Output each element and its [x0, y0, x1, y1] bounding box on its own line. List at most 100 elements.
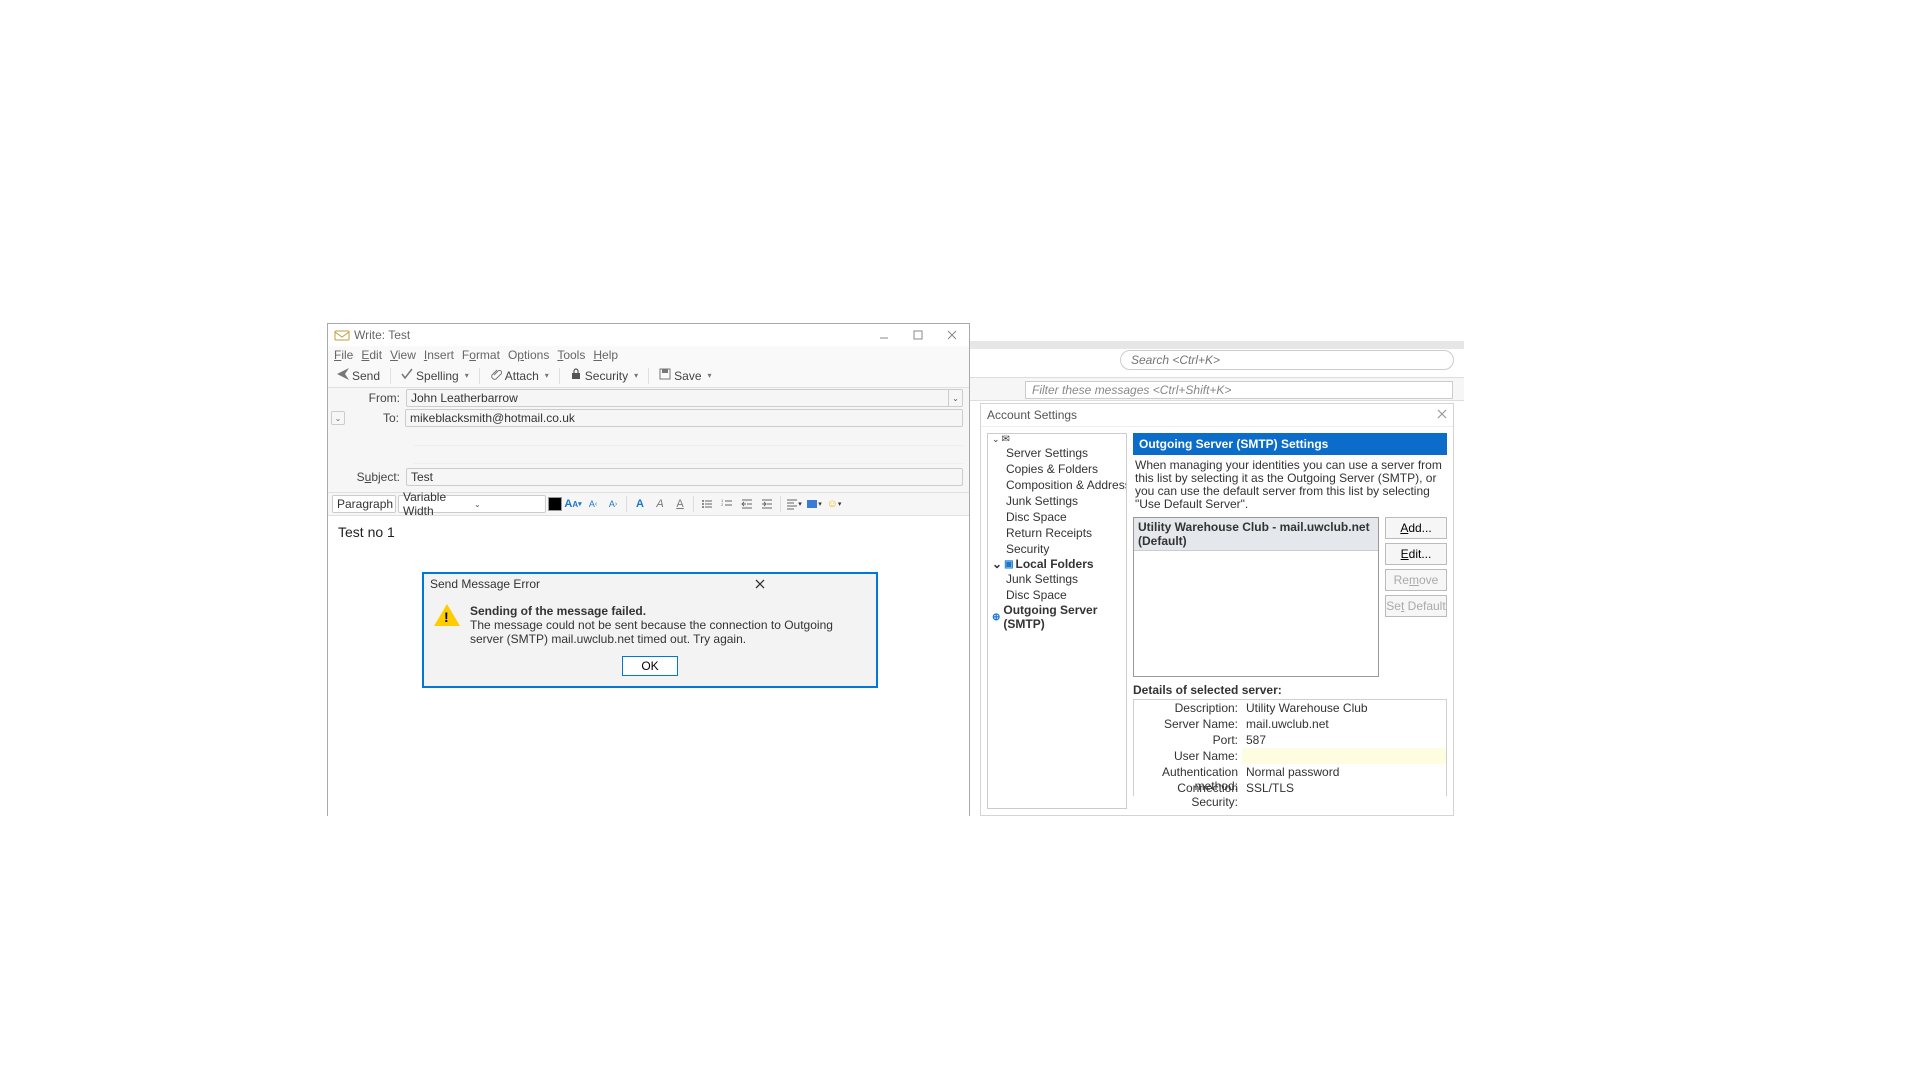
- menu-view[interactable]: View: [390, 348, 416, 362]
- warning-icon: [434, 604, 460, 630]
- detail-auth-value: Normal password: [1242, 764, 1446, 780]
- globe-icon: ⊕: [992, 612, 1000, 623]
- menu-tools[interactable]: Tools: [557, 348, 585, 362]
- recipient-type-toggle[interactable]: ⌄: [331, 411, 345, 425]
- from-field[interactable]: John Leatherbarrow ⌄: [406, 389, 963, 407]
- from-value: John Leatherbarrow: [407, 390, 779, 406]
- accounts-tree[interactable]: ⌄✉︎ Server Settings Copies & Folders Com…: [987, 433, 1127, 809]
- attach-button[interactable]: Attach ▾: [485, 366, 554, 385]
- save-button[interactable]: Save ▾: [654, 366, 716, 385]
- security-button[interactable]: Security ▾: [565, 366, 643, 385]
- detail-port-label: Port:: [1134, 732, 1242, 748]
- indent-icon[interactable]: [758, 495, 776, 513]
- lock-icon: [570, 368, 582, 383]
- bg-chrome-strip: [970, 341, 1464, 349]
- compose-titlebar: Write: Test: [328, 324, 969, 346]
- maximize-button[interactable]: [901, 324, 935, 346]
- tree-return-receipts[interactable]: Return Receipts: [988, 525, 1126, 541]
- chevron-down-icon[interactable]: ▾: [465, 371, 469, 380]
- increase-font-icon[interactable]: A›: [604, 495, 622, 513]
- close-icon[interactable]: [1437, 408, 1447, 422]
- detail-auth-label: Authentication method:: [1134, 764, 1242, 780]
- details-title: Details of selected server:: [1133, 677, 1447, 699]
- menu-file[interactable]: File: [334, 348, 353, 362]
- emoji-icon[interactable]: ☺▾: [825, 495, 843, 513]
- to-label: To:: [345, 411, 405, 425]
- tree-junk-settings[interactable]: Junk Settings: [988, 493, 1126, 509]
- detail-conn-value: SSL/TLS: [1242, 780, 1446, 796]
- tree-security[interactable]: Security: [988, 541, 1126, 557]
- bold-icon[interactable]: A: [631, 495, 649, 513]
- filter-box[interactable]: Filter these messages <Ctrl+Shift+K>: [1025, 381, 1453, 399]
- numbered-list-icon[interactable]: 12: [718, 495, 736, 513]
- filter-placeholder: Filter these messages <Ctrl+Shift+K>: [1032, 383, 1231, 397]
- dialog-title: Send Message Error: [430, 577, 650, 591]
- tree-outgoing-smtp[interactable]: ⊕Outgoing Server (SMTP): [988, 603, 1126, 631]
- tree-disc-space-2[interactable]: Disc Space: [988, 587, 1126, 603]
- search-box[interactable]: [1120, 350, 1454, 370]
- menu-options[interactable]: Options: [508, 348, 549, 362]
- tree-composition[interactable]: Composition & Addressing: [988, 477, 1126, 493]
- to-field[interactable]: mikeblacksmith@hotmail.co.uk: [405, 409, 963, 427]
- font-family-combo[interactable]: Variable Width⌄: [398, 495, 546, 513]
- smtp-server-list[interactable]: Utility Warehouse Club - mail.uwclub.net…: [1133, 517, 1379, 677]
- search-input[interactable]: [1129, 352, 1445, 368]
- chevron-down-icon[interactable]: ▾: [634, 371, 638, 380]
- ok-button[interactable]: OK: [622, 656, 678, 676]
- insert-image-icon[interactable]: ▾: [805, 495, 823, 513]
- align-icon[interactable]: ▾: [785, 495, 803, 513]
- close-button[interactable]: [935, 324, 969, 346]
- account-settings-titlebar: Account Settings: [981, 404, 1453, 426]
- tree-disc-space[interactable]: Disc Space: [988, 509, 1126, 525]
- smtp-list-item[interactable]: Utility Warehouse Club - mail.uwclub.net…: [1134, 518, 1378, 551]
- dialog-close-icon[interactable]: [650, 576, 870, 592]
- smtp-settings-header: Outgoing Server (SMTP) Settings: [1133, 433, 1447, 455]
- menu-insert[interactable]: Insert: [424, 348, 454, 362]
- account-settings-window: Account Settings ⌄✉︎ Server Settings Cop…: [980, 403, 1454, 816]
- tree-server-settings[interactable]: Server Settings: [988, 445, 1126, 461]
- outdent-icon[interactable]: [738, 495, 756, 513]
- subject-label: Subject:: [328, 470, 406, 484]
- set-default-button[interactable]: Set Default: [1385, 595, 1447, 617]
- tree-local-folders[interactable]: ⌄▣Local Folders: [988, 557, 1126, 571]
- tree-copies-folders[interactable]: Copies & Folders: [988, 461, 1126, 477]
- paperclip-icon: [490, 368, 502, 383]
- font-size-icon[interactable]: AA▾: [564, 495, 582, 513]
- chevron-down-icon[interactable]: ▾: [545, 371, 549, 380]
- menu-help[interactable]: Help: [593, 348, 618, 362]
- format-toolbar: Paragraph⌄ Variable Width⌄ AA▾ A‹ A› A A…: [328, 492, 969, 516]
- italic-icon[interactable]: A: [651, 495, 669, 513]
- tree-account-root[interactable]: ⌄✉︎: [988, 434, 1126, 445]
- from-account: [779, 390, 948, 406]
- paragraph-style-combo[interactable]: Paragraph⌄: [332, 495, 396, 513]
- tree-junk-settings-2[interactable]: Junk Settings: [988, 571, 1126, 587]
- color-swatch[interactable]: [548, 497, 562, 511]
- smtp-settings-desc: When managing your identities you can us…: [1133, 455, 1447, 517]
- menu-format[interactable]: Format: [462, 348, 500, 362]
- send-button[interactable]: Send: [332, 366, 385, 385]
- spelling-button[interactable]: Spelling ▾: [396, 366, 474, 385]
- subject-field[interactable]: Test: [406, 468, 963, 486]
- decrease-font-icon[interactable]: A‹: [584, 495, 602, 513]
- extra-recipient-lines[interactable]: [328, 428, 969, 464]
- menubar[interactable]: File Edit View Insert Format Options Too…: [328, 346, 969, 364]
- minimize-button[interactable]: [867, 324, 901, 346]
- edit-button[interactable]: Edit...: [1385, 543, 1447, 565]
- envelope-icon: ✉︎: [1002, 434, 1010, 445]
- chevron-down-icon[interactable]: ▾: [708, 371, 712, 380]
- add-button[interactable]: Add...: [1385, 517, 1447, 539]
- underline-icon[interactable]: A: [671, 495, 689, 513]
- send-icon: [337, 368, 349, 383]
- chevron-down-icon[interactable]: ⌄: [948, 390, 962, 406]
- detail-user-value: [1242, 748, 1446, 764]
- error-line2: The message could not be sent because th…: [470, 618, 866, 646]
- dialog-titlebar: Send Message Error: [424, 574, 876, 594]
- save-icon: [659, 368, 671, 383]
- compose-window: Write: Test File Edit View Insert Format…: [327, 323, 970, 816]
- remove-button[interactable]: Remove: [1385, 569, 1447, 591]
- compose-icon: [334, 327, 350, 343]
- detail-user-label: User Name:: [1134, 748, 1242, 764]
- menu-edit[interactable]: Edit: [361, 348, 382, 362]
- svg-text:2: 2: [721, 502, 724, 507]
- bullet-list-icon[interactable]: [698, 495, 716, 513]
